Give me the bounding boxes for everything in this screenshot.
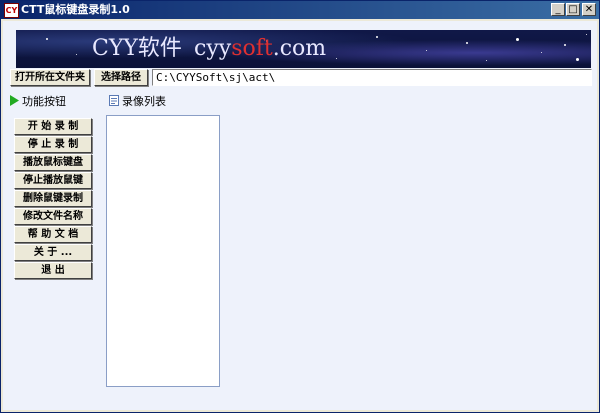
delete-recording-button[interactable]: 删除鼠键录制 [14, 190, 92, 207]
banner-domain: cyysoft.com [194, 35, 326, 63]
star [376, 36, 378, 38]
minimize-button[interactable]: _ [551, 3, 565, 16]
banner-domain-accent: soft [231, 36, 273, 61]
star [516, 38, 519, 41]
stop-recording-button[interactable]: 停 止 录 制 [14, 136, 92, 153]
rename-file-button[interactable]: 修改文件名称 [14, 208, 92, 225]
app-window: CY CTT鼠标键盘录制1.0 _ □ ✕ CYY软件 cyysoft.com … [0, 0, 600, 413]
star [564, 44, 566, 46]
function-buttons-header: 功能按钮 [10, 95, 66, 109]
app-icon[interactable]: CY [4, 3, 19, 18]
window-title: CTT鼠标键盘录制1.0 [21, 3, 130, 16]
star [586, 34, 587, 35]
star [486, 60, 487, 61]
banner-domain-part1: cyy [194, 36, 232, 61]
document-icon [109, 95, 119, 106]
recording-list-header: 录像列表 [109, 95, 166, 109]
star [576, 58, 579, 61]
star [46, 38, 48, 40]
banner: CYY软件 cyysoft.com [16, 30, 591, 68]
recording-list-label: 录像列表 [122, 95, 166, 108]
star [76, 54, 77, 55]
star [541, 52, 542, 53]
banner-brand: CYY软件 [92, 36, 182, 61]
about-button[interactable]: 关 于 ... [14, 244, 92, 261]
title-bar[interactable]: CY CTT鼠标键盘录制1.0 _ □ ✕ [1, 1, 599, 19]
client-area: CYY软件 cyysoft.com 打开所在文件夹 选择路径 C:\CYYSof… [3, 21, 597, 410]
star [336, 58, 337, 59]
star [466, 42, 468, 44]
star [426, 50, 427, 51]
exit-button[interactable]: 退 出 [14, 262, 92, 279]
play-icon [10, 95, 19, 106]
help-button[interactable]: 帮 助 文 档 [14, 226, 92, 243]
banner-domain-part3: .com [272, 36, 327, 61]
stop-playback-button[interactable]: 停止播放鼠键 [14, 172, 92, 189]
choose-path-button[interactable]: 选择路径 [94, 69, 148, 86]
start-recording-button[interactable]: 开 始 录 制 [14, 118, 92, 135]
recording-list[interactable] [106, 115, 220, 387]
play-recording-button[interactable]: 播放鼠标键盘 [14, 154, 92, 171]
open-folder-button[interactable]: 打开所在文件夹 [10, 69, 90, 86]
function-buttons-label: 功能按钮 [22, 95, 66, 108]
path-field[interactable]: C:\CYYSoft\sj\act\ [152, 69, 592, 86]
maximize-button[interactable]: □ [566, 3, 580, 16]
close-button[interactable]: ✕ [582, 3, 596, 16]
